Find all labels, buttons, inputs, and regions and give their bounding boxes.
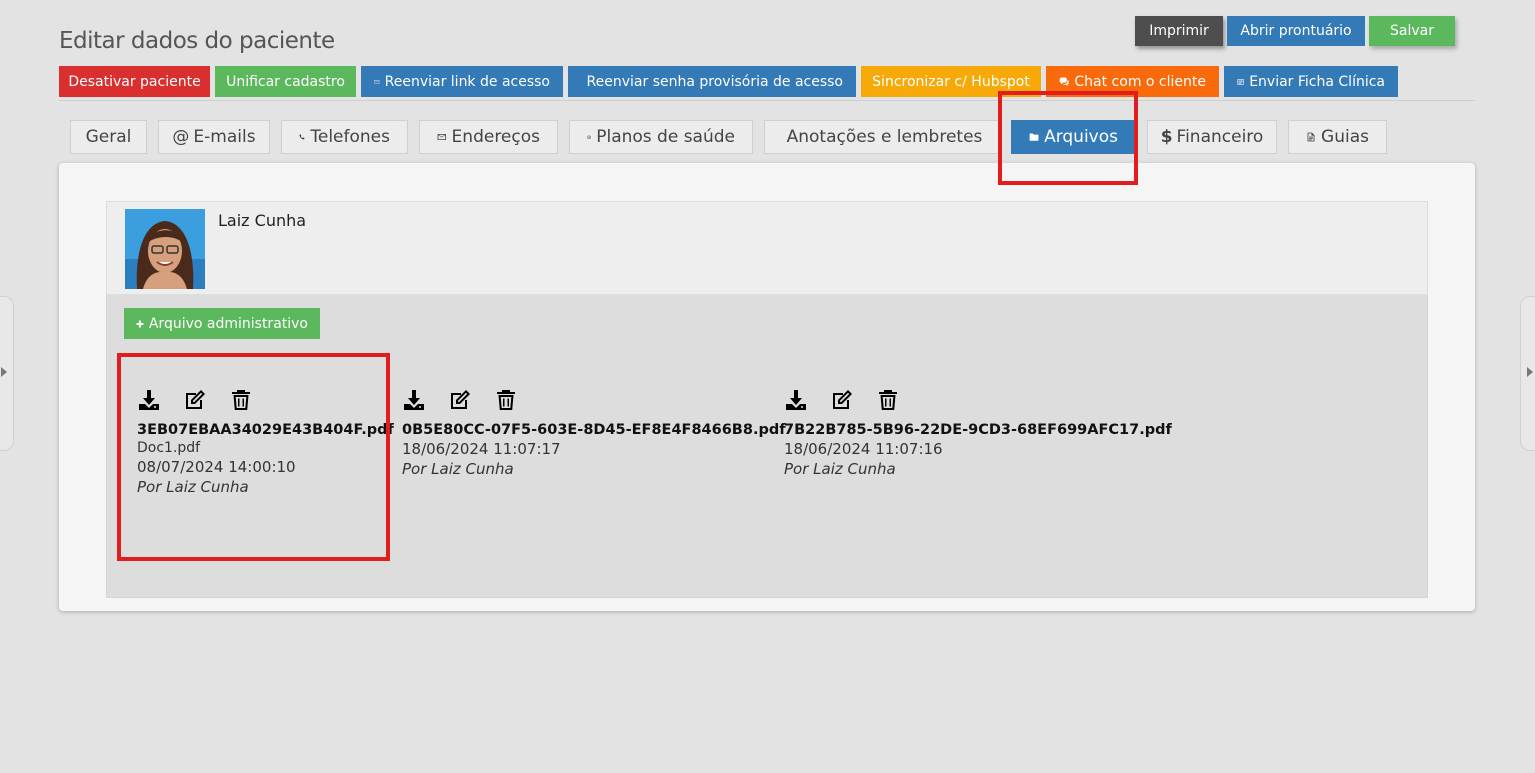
file-name[interactable]: 0B5E80CC-07F5-603E-8D45-EF8E4F8466B8.pdf xyxy=(402,422,786,438)
tab-emails-label: E-mails xyxy=(193,127,256,147)
trash-icon[interactable] xyxy=(229,388,253,412)
resend-access-link-button[interactable]: Reenviar link de acesso xyxy=(361,66,563,97)
file-author: Por Laiz Cunha xyxy=(402,460,514,478)
tab-general-label: Geral xyxy=(85,127,132,147)
envelope-icon xyxy=(437,134,446,140)
merge-record-label: Unificar cadastro xyxy=(226,73,345,90)
resend-access-link-label: Reenviar link de acesso xyxy=(384,73,550,90)
file-date: 18/06/2024 11:07:17 xyxy=(402,440,561,458)
tab-notes-reminders-label: Anotações e lembretes xyxy=(786,127,983,147)
patient-actions: Desativar paciente Unificar cadastro Ree… xyxy=(59,66,1398,97)
add-admin-file-button[interactable]: Arquivo administrativo xyxy=(124,308,320,339)
tab-general[interactable]: Geral xyxy=(70,120,147,154)
tab-health-plans[interactable]: Planos de saúde xyxy=(569,120,753,154)
edit-icon[interactable] xyxy=(183,388,207,412)
files-panel: Laiz Cunha Arquivo administrativo 3EB07E… xyxy=(59,163,1475,611)
file-date: 08/07/2024 14:00:10 xyxy=(137,458,296,476)
left-panel-toggle[interactable] xyxy=(0,296,14,451)
file-date: 18/06/2024 11:07:16 xyxy=(784,440,943,458)
id-card-icon xyxy=(1237,78,1244,85)
edit-icon[interactable] xyxy=(830,388,854,412)
dollar-icon: $ xyxy=(1160,127,1173,147)
patient-header: Laiz Cunha xyxy=(106,201,1428,295)
tab-financial-label: Financeiro xyxy=(1176,127,1264,147)
caret-left-icon xyxy=(1,367,7,377)
tab-addresses[interactable]: Endereços xyxy=(419,120,558,154)
file-actions xyxy=(402,387,786,413)
tab-bar: Geral @ E-mails Telefones Endereços Plan… xyxy=(70,120,1387,154)
file-author: Por Laiz Cunha xyxy=(137,478,249,496)
chat-icon xyxy=(1059,76,1069,86)
plus-icon xyxy=(136,320,144,327)
file-label: Doc1.pdf xyxy=(137,440,201,456)
envelope-icon xyxy=(374,79,380,84)
open-record-button[interactable]: Abrir prontuário xyxy=(1227,16,1365,46)
file-actions xyxy=(137,387,394,413)
sync-hubspot-label: Sincronizar c/ Hubspot xyxy=(872,73,1030,90)
tab-guides[interactable]: Guias xyxy=(1288,120,1387,154)
send-clinical-form-label: Enviar Ficha Clínica xyxy=(1249,73,1385,90)
sync-hubspot-button[interactable]: Sincronizar c/ Hubspot xyxy=(861,66,1041,97)
save-button[interactable]: Salvar xyxy=(1369,16,1455,46)
tab-financial[interactable]: $ Financeiro xyxy=(1147,120,1277,154)
download-icon[interactable] xyxy=(402,388,426,412)
avatar xyxy=(125,209,205,289)
file-author: Por Laiz Cunha xyxy=(784,460,896,478)
download-icon[interactable] xyxy=(784,388,808,412)
page-title: Editar dados do paciente xyxy=(59,28,335,54)
caret-right-icon xyxy=(1527,367,1533,377)
download-icon[interactable] xyxy=(137,388,161,412)
file-card: 0B5E80CC-07F5-603E-8D45-EF8E4F8466B8.pdf… xyxy=(402,387,786,478)
file-actions xyxy=(784,387,1172,413)
tab-phones[interactable]: Telefones xyxy=(281,120,408,154)
print-button[interactable]: Imprimir xyxy=(1135,16,1223,46)
merge-record-button[interactable]: Unificar cadastro xyxy=(215,66,356,97)
folder-icon xyxy=(1029,133,1039,141)
deactivate-patient-button[interactable]: Desativar paciente xyxy=(59,66,210,97)
resend-temp-password-button[interactable]: Reenviar senha provisória de acesso xyxy=(568,66,856,97)
tab-files[interactable]: Arquivos xyxy=(1011,120,1136,154)
send-clinical-form-button[interactable]: Enviar Ficha Clínica xyxy=(1224,66,1398,97)
file-card: 7B22B785-5B96-22DE-9CD3-68EF699AFC17.pdf… xyxy=(784,387,1172,478)
tab-health-plans-label: Planos de saúde xyxy=(596,127,735,147)
trash-icon[interactable] xyxy=(876,388,900,412)
user-plus-icon xyxy=(581,81,582,82)
document-icon xyxy=(1307,132,1315,142)
header-divider xyxy=(59,100,1475,101)
deactivate-patient-label: Desativar paciente xyxy=(68,73,201,90)
medkit-icon xyxy=(587,135,591,139)
phone-icon xyxy=(299,134,305,140)
files-area: Arquivo administrativo 3EB07EBAA34029E43… xyxy=(106,295,1428,598)
tab-guides-label: Guias xyxy=(1321,127,1369,147)
tab-addresses-label: Endereços xyxy=(451,127,540,147)
file-name[interactable]: 3EB07EBAA34029E43B404F.pdf xyxy=(137,422,394,438)
chat-client-label: Chat com o cliente xyxy=(1074,73,1206,90)
right-panel-toggle[interactable] xyxy=(1520,296,1535,451)
tab-emails[interactable]: @ E-mails xyxy=(158,120,270,154)
tab-files-label: Arquivos xyxy=(1044,127,1118,147)
tab-phones-label: Telefones xyxy=(310,127,390,147)
chat-client-button[interactable]: Chat com o cliente xyxy=(1046,66,1219,97)
patient-name: Laiz Cunha xyxy=(218,211,307,230)
add-admin-file-label: Arquivo administrativo xyxy=(148,315,308,332)
trash-icon[interactable] xyxy=(494,388,518,412)
file-card: 3EB07EBAA34029E43B404F.pdf Doc1.pdf 08/0… xyxy=(137,387,394,496)
tab-notes-reminders[interactable]: Anotações e lembretes xyxy=(764,120,1000,154)
at-icon: @ xyxy=(172,127,190,147)
resend-temp-password-label: Reenviar senha provisória de acesso xyxy=(586,73,843,90)
file-name[interactable]: 7B22B785-5B96-22DE-9CD3-68EF699AFC17.pdf xyxy=(784,422,1172,438)
edit-icon[interactable] xyxy=(448,388,472,412)
top-actions: Imprimir Abrir prontuário Salvar xyxy=(1135,16,1455,46)
